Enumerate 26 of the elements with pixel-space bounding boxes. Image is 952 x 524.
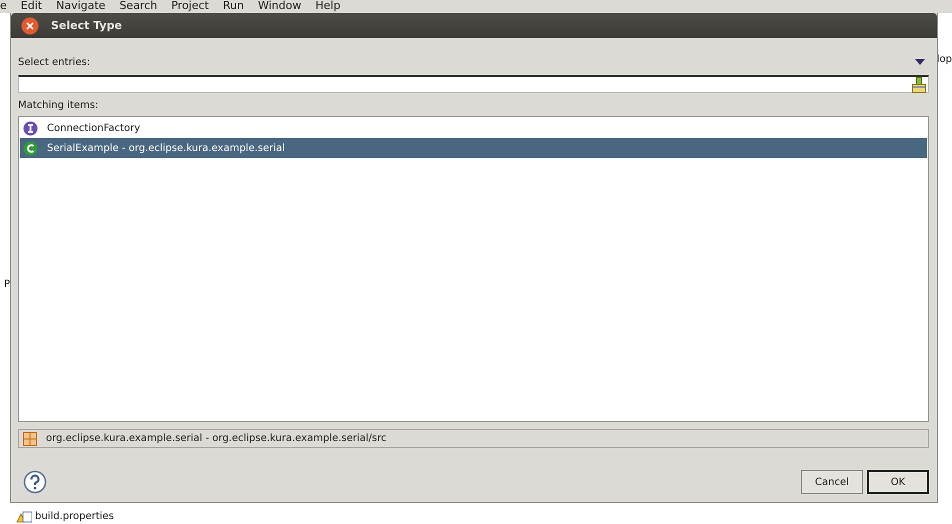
close-icon[interactable] [21, 16, 39, 34]
menu-item[interactable]: Project [171, 0, 209, 11]
package-icon [23, 432, 37, 446]
status-text: org.eclipse.kura.example.serial - org.eclipse.kura.example.serial/src [46, 433, 387, 444]
prompt-label: Select entries: [18, 56, 90, 68]
dialog-button[interactable]: Cancel [801, 470, 863, 494]
menu-item[interactable]: Navigate [56, 0, 106, 11]
menu-item[interactable]: Help [315, 0, 340, 11]
interface-icon [23, 120, 38, 136]
dropdown-arrow-icon[interactable] [915, 59, 925, 65]
help-icon[interactable] [23, 470, 47, 494]
dialog-button[interactable]: OK [867, 470, 929, 494]
list-item[interactable]: SerialExample - org.eclipse.kura.example.serial [20, 138, 927, 158]
search-field[interactable] [18, 75, 929, 93]
class-icon [23, 140, 38, 156]
menu-item[interactable]: e [0, 0, 7, 11]
panel-label: P [4, 279, 10, 290]
clear-icon[interactable] [912, 76, 926, 92]
menu-item[interactable]: Edit [20, 0, 42, 11]
list-item[interactable]: ConnectionFactory [20, 118, 927, 138]
list-label: Matching items: [18, 100, 100, 112]
menu-item[interactable]: Run [222, 0, 244, 11]
tree-item[interactable]: build.properties [35, 510, 114, 522]
menu-item[interactable]: Window [258, 0, 302, 11]
window-title: Select Type [51, 19, 122, 32]
menu-item[interactable]: Search [119, 0, 158, 11]
